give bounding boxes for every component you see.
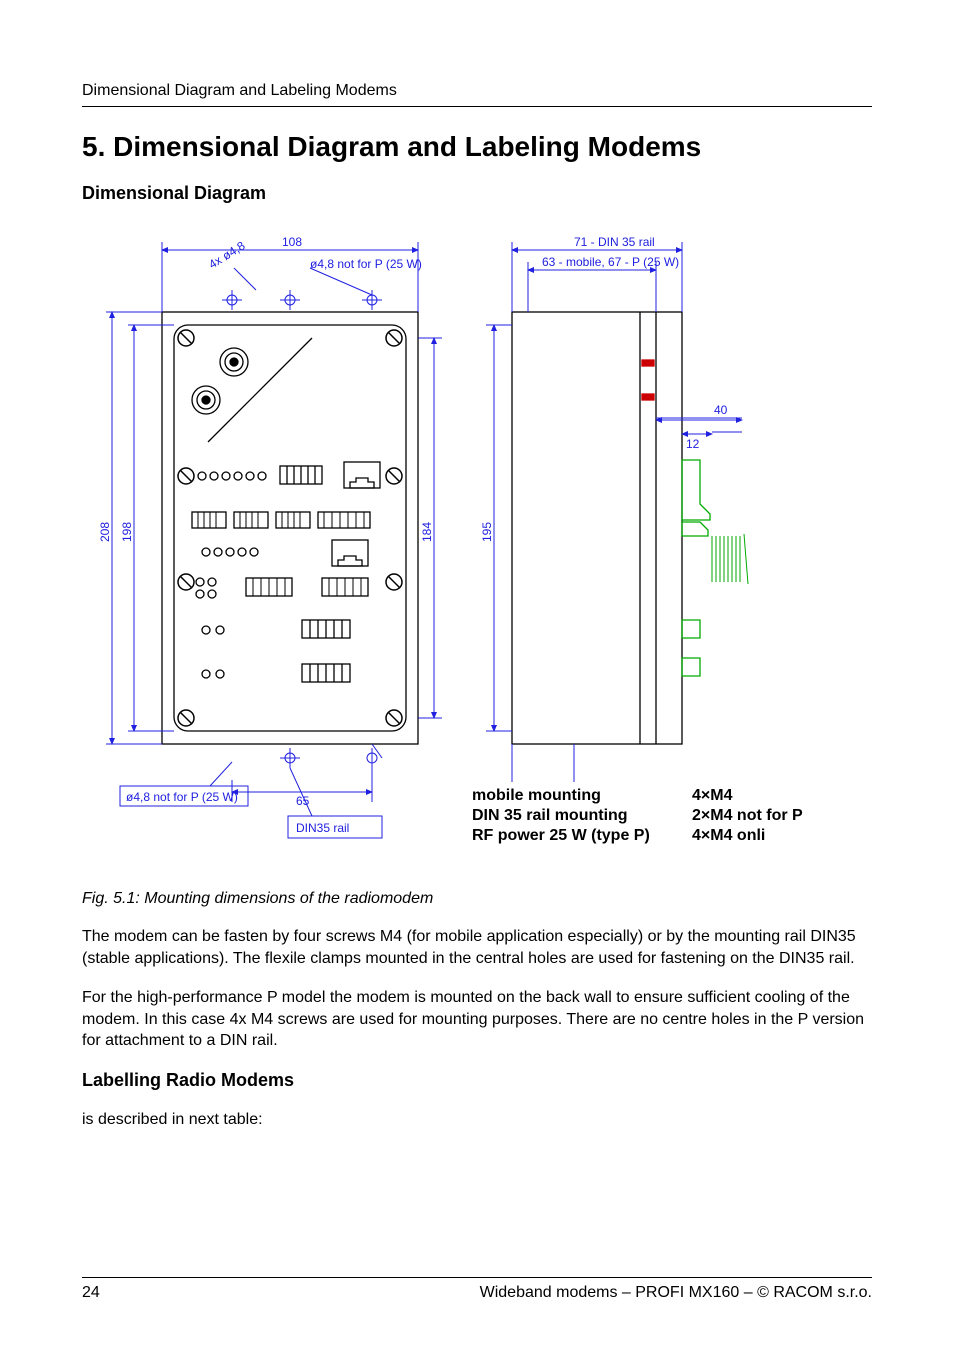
- dim-side-12: 12: [686, 437, 700, 451]
- page-footer: 24 Wideband modems – PROFI MX160 – © RAC…: [82, 1269, 872, 1302]
- mount-r1c1: mobile mounting: [472, 787, 601, 804]
- mount-r2c1: DIN 35 rail mounting: [472, 807, 628, 824]
- chapter-title: 5. Dimensional Diagram and Labeling Mode…: [82, 131, 872, 163]
- section-label-heading: Labelling Radio Modems: [82, 1070, 872, 1091]
- mount-r3c2: 4×M4 onli: [692, 827, 765, 844]
- paragraph-1: The modem can be fasten by four screws M…: [82, 926, 872, 969]
- dim-rail-label: DIN35 rail: [296, 821, 349, 835]
- header-rule: [82, 106, 872, 107]
- footer-doc-line: Wideband modems – PROFI MX160 – © RACOM …: [480, 1284, 872, 1302]
- paragraph-3: is described in next table:: [82, 1109, 872, 1131]
- dim-side-h: 195: [480, 522, 494, 542]
- section-dim-heading: Dimensional Diagram: [82, 183, 872, 204]
- dim-side-40: 40: [714, 403, 728, 417]
- footer-page-number: 24: [82, 1284, 100, 1302]
- dim-top-width: 108: [282, 235, 302, 249]
- dim-hole-spec: ø4,8 not for P (25 W): [310, 257, 422, 271]
- running-head: Dimensional Diagram and Labeling Modems: [82, 82, 872, 100]
- paragraph-2: For the high-performance P model the mod…: [82, 987, 872, 1052]
- dim-bottom-gap: 65: [296, 794, 310, 808]
- dim-diag-hole: 4x ø4,8: [206, 238, 248, 271]
- dim-left-outer: 208: [98, 522, 112, 542]
- dim-drawing-svg: 108 ø4,8 not for P (25 W) 4x ø4,8 208 19…: [82, 222, 872, 870]
- dim-side-sub: 63 - mobile, 67 - P (25 W): [542, 255, 679, 269]
- figure-caption: Fig. 5.1: Mounting dimensions of the rad…: [82, 890, 872, 908]
- mount-r2c2: 2×M4 not for P: [692, 807, 803, 824]
- mount-r3c1: RF power 25 W (type P): [472, 827, 650, 844]
- footer-rule: [82, 1277, 872, 1278]
- dim-right-inner: 184: [420, 522, 434, 542]
- dim-side-top: 71 - DIN 35 rail: [574, 235, 655, 249]
- dim-left-inner: 198: [120, 522, 134, 542]
- dim-hole-spec-bl: ø4,8 not for P (25 W): [126, 790, 238, 804]
- figure-dimensional-diagram: 108 ø4,8 not for P (25 W) 4x ø4,8 208 19…: [82, 222, 872, 870]
- mount-r1c2: 4×M4: [692, 787, 733, 804]
